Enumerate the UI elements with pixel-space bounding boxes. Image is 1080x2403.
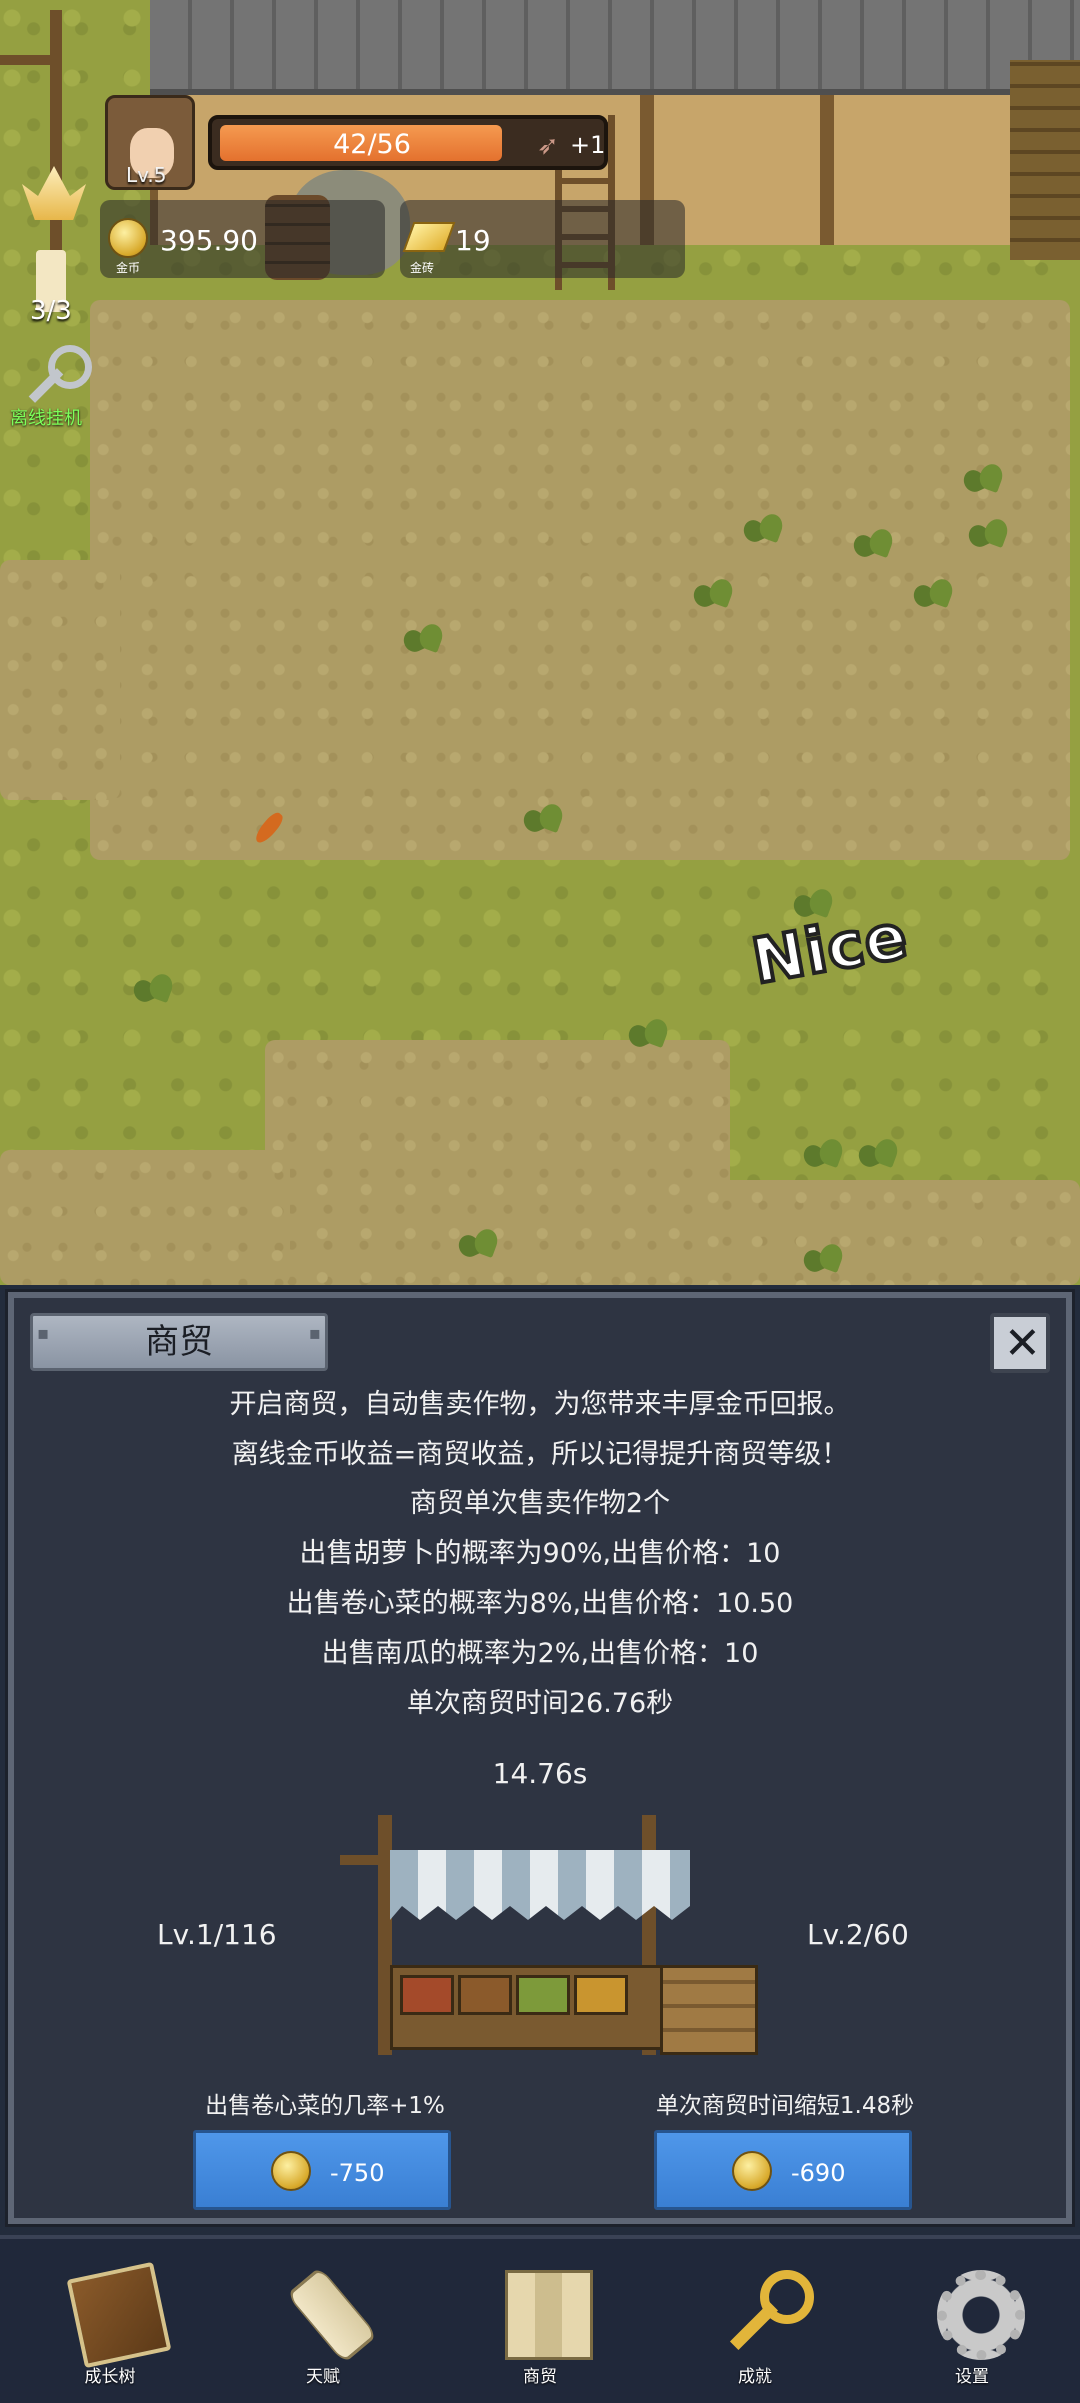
- gold-coin-icon: [271, 2151, 311, 2191]
- gold-coin-icon: [108, 218, 148, 258]
- produce-crate: [516, 1975, 570, 2015]
- dirt-path-left: [0, 1150, 290, 1285]
- xp-bonus: +1: [570, 131, 606, 159]
- trade-timer: 14.76s: [492, 1757, 588, 1790]
- produce-crate: [458, 1975, 512, 2015]
- right-upgrade-level: Lv.2/60: [807, 1918, 909, 1951]
- close-icon: ✕: [1004, 1318, 1041, 1369]
- fence-post: [50, 10, 62, 280]
- crop-sprout[interactable]: [455, 1225, 499, 1265]
- description-line: 商贸单次售卖作物2个: [409, 1488, 671, 1519]
- game-screen: Nice Lv.5 42/56 ➶ +1 395.90 金币 19 金砖 3/3…: [0, 0, 1080, 2403]
- barn-roof: [150, 0, 1080, 95]
- nav-achievements[interactable]: 成就: [680, 2262, 830, 2392]
- brick-amount: 19: [455, 224, 491, 257]
- gear-icon: [937, 2270, 1025, 2360]
- candle-count: 3/3: [30, 296, 72, 326]
- crop-sprout[interactable]: [740, 510, 784, 550]
- key-icon: [720, 2270, 814, 2360]
- xp-bar: 42/56 ➶ +1: [208, 115, 608, 170]
- description-line: 离线金币收益=商贸收益，所以记得提升商贸等级！: [231, 1439, 849, 1470]
- description-line: 开启商贸，自动售卖作物，为您带来丰厚金币回报。: [229, 1389, 851, 1420]
- nav-label: 商贸: [523, 2367, 557, 2387]
- nav-trade[interactable]: 商贸: [465, 2262, 615, 2392]
- book-icon: [66, 2261, 172, 2369]
- gold-label: 金币: [116, 261, 141, 275]
- crop-sprout[interactable]: [400, 620, 444, 660]
- dirt-path-right: [700, 1180, 1080, 1285]
- brick-label: 金砖: [410, 261, 435, 275]
- dirt-field-edge: [0, 560, 120, 800]
- barn-beam: [820, 95, 834, 245]
- idle-label[interactable]: 离线挂机: [10, 404, 82, 430]
- player-level: Lv.5: [126, 163, 167, 187]
- nav-label: 天赋: [306, 2367, 340, 2387]
- left-upgrade-perk: 出售卷心菜的几率+1%: [205, 2093, 445, 2119]
- crop-sprout[interactable]: [625, 1015, 669, 1055]
- left-upgrade-button[interactable]: -750: [193, 2130, 451, 2210]
- description-line: 出售卷心菜的概率为8%,出售价格：10.50: [286, 1588, 794, 1619]
- scroll-icon: [286, 2266, 378, 2364]
- gold-coin-icon: [732, 2151, 772, 2191]
- upgrade-cost: -690: [791, 2159, 846, 2187]
- stall-awning: [390, 1850, 690, 1920]
- crop-sprout[interactable]: [690, 575, 734, 615]
- left-upgrade-level: Lv.1/116: [157, 1918, 277, 1951]
- gold-counter[interactable]: 395.90 金币: [100, 200, 385, 278]
- nav-label: 成就: [738, 2367, 772, 2387]
- crop-sprout[interactable]: [855, 1135, 899, 1175]
- brick-counter[interactable]: 19 金砖: [400, 200, 685, 278]
- barn-side: [1010, 60, 1080, 260]
- right-upgrade-perk: 单次商贸时间缩短1.48秒: [655, 2093, 915, 2119]
- map-icon: [505, 2270, 593, 2360]
- fence-rail: [0, 55, 62, 65]
- nav-label: 成长树: [84, 2367, 136, 2387]
- xp-text: 42/56: [333, 129, 411, 160]
- crop-sprout[interactable]: [130, 970, 174, 1010]
- nav-label: 设置: [955, 2367, 989, 2387]
- description-line: 出售胡萝卜的概率为90%,出售价格：10: [299, 1538, 781, 1569]
- crop-sprout[interactable]: [960, 460, 1004, 500]
- crop-sprout[interactable]: [850, 525, 894, 565]
- produce-crate: [574, 1975, 628, 2015]
- right-upgrade-button[interactable]: -690: [654, 2130, 912, 2210]
- crop-sprout[interactable]: [910, 575, 954, 615]
- crop-sprout[interactable]: [800, 1135, 844, 1175]
- produce-crate: [400, 1975, 454, 2015]
- description-line: 出售南瓜的概率为2%,出售价格：10: [321, 1638, 759, 1669]
- panel-title: 商贸: [30, 1308, 328, 1371]
- description-line: 单次商贸时间26.76秒: [406, 1688, 674, 1719]
- nav-growth-tree[interactable]: 成长树: [35, 2261, 185, 2392]
- upgrade-cost: -750: [330, 2159, 385, 2187]
- close-button[interactable]: ✕: [990, 1313, 1050, 1373]
- nav-talent[interactable]: 天赋: [248, 2262, 398, 2392]
- arrow-icon: ➶: [537, 131, 559, 161]
- gold-amount: 395.90: [160, 224, 258, 257]
- wooden-crate: [660, 1965, 758, 2055]
- crop-sprout[interactable]: [800, 1240, 844, 1280]
- gold-brick-icon: [402, 222, 456, 252]
- market-stall-illustration: [330, 1815, 760, 2060]
- crop-sprout[interactable]: [520, 800, 564, 840]
- farm-scene[interactable]: Nice: [0, 0, 1080, 1285]
- nav-settings[interactable]: 设置: [897, 2262, 1047, 2392]
- crop-sprout[interactable]: [965, 515, 1009, 555]
